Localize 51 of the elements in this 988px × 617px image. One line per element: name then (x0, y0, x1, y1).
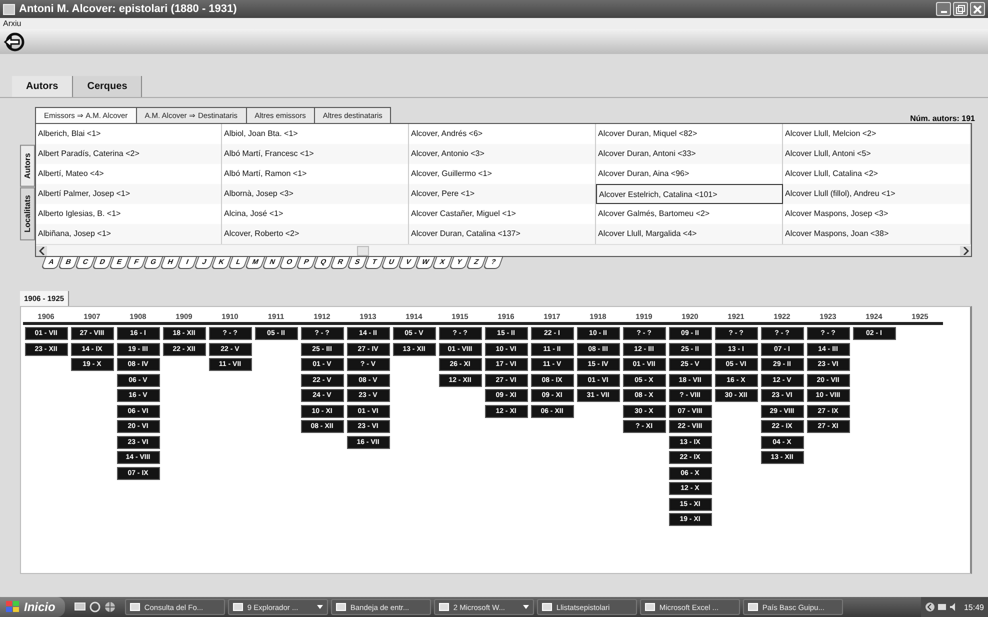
tab[interactable]: Autors (12, 76, 74, 97)
window-icon (130, 602, 140, 612)
arrow-circle-icon (3, 32, 25, 52)
close-icon (973, 4, 982, 14)
start-button[interactable]: Inicio (0, 597, 66, 617)
exit-button[interactable] (3, 32, 25, 52)
author-cell[interactable]: Alcover Llull, Margalida <4> (596, 224, 783, 244)
menu-item[interactable]: Arxiu (3, 19, 22, 28)
dropdown-icon (523, 605, 530, 609)
author-cell[interactable]: Alcover Llull (fillol), Andreu <1> (783, 184, 971, 204)
restore-icon (956, 4, 965, 14)
author-cell[interactable]: Alcover, Roberto <2> (222, 224, 409, 244)
horizontal-scrollbar[interactable] (36, 244, 971, 256)
author-cell[interactable]: Alcover Llull, Antoni <5> (783, 144, 971, 164)
windows-flag-icon (6, 601, 20, 613)
network-icon[interactable] (936, 602, 947, 612)
author-cell[interactable]: Alcover, Antonio <3> (409, 144, 596, 164)
window-icon (748, 602, 758, 612)
author-cell[interactable]: Albiñana, Josep <1> (36, 224, 222, 244)
author-cell[interactable]: Albornà, Josep <3> (222, 184, 409, 204)
close-button[interactable] (970, 2, 985, 16)
globe-icon[interactable] (104, 601, 116, 613)
window-icon (336, 602, 346, 612)
scroll-thumb[interactable] (357, 246, 369, 256)
author-cell[interactable]: Alcover Duran, Antoni <33> (596, 144, 783, 164)
side-tab[interactable]: Localitats (20, 186, 35, 240)
chevron-icon[interactable] (924, 602, 935, 612)
window-icon (439, 602, 450, 612)
window-icon (645, 602, 656, 612)
window-icon (542, 602, 552, 612)
clock: 15:49 (964, 602, 984, 612)
browser-icon[interactable] (89, 601, 102, 613)
tab[interactable]: Cerques (73, 76, 142, 97)
scroll-right-icon[interactable] (960, 246, 971, 256)
author-cell[interactable]: Albó Martí, Francesc <1> (222, 144, 409, 164)
dropdown-icon (317, 605, 324, 609)
author-cell[interactable]: Alcover Maspons, Joan <38> (783, 224, 971, 244)
window-icon (3, 4, 15, 14)
maximize-button[interactable] (953, 2, 968, 16)
window-icon (233, 602, 244, 612)
minimize-button[interactable] (936, 2, 951, 16)
author-cell[interactable]: Alcover Duran, Catalina <137> (409, 224, 596, 244)
author-cell[interactable]: Alcover, Pere <1> (409, 184, 596, 204)
author-cell[interactable]: Albertí Palmer, Josep <1> (36, 184, 222, 204)
side-tab[interactable]: Autors (20, 145, 35, 187)
author-cell[interactable]: Albert Paradís, Caterina <2> (36, 144, 222, 164)
desktop-icon[interactable] (74, 601, 86, 613)
author-count: Núm. autors: 191 (910, 114, 975, 123)
window-title: Antoni M. Alcover: epistolari (1880 - 1931) (19, 3, 237, 15)
scroll-left-icon[interactable] (36, 246, 47, 256)
author-cell[interactable]: Alcover Estelrich, Catalina <101> (596, 184, 783, 204)
